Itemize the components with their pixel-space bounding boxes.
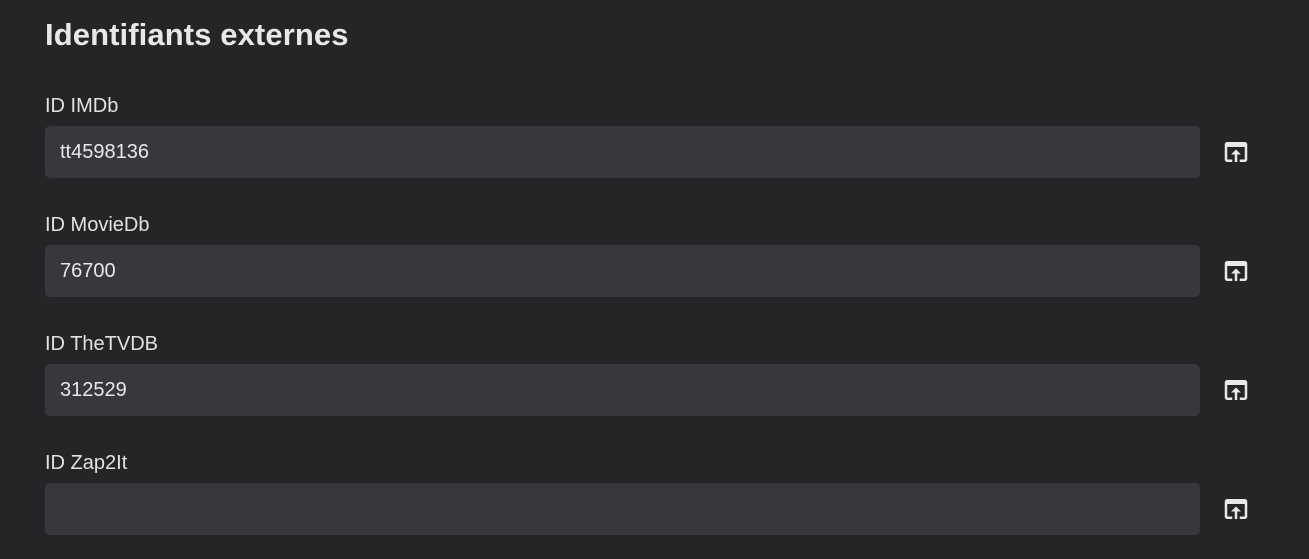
open-thetvdb-button[interactable]: [1218, 369, 1254, 411]
open-moviedb-button[interactable]: [1218, 250, 1254, 292]
field-label-moviedb: ID MovieDb: [45, 214, 150, 236]
open-in-browser-icon: [1221, 494, 1251, 524]
section-title: Identifiants externes: [45, 17, 349, 52]
imdb-id-input[interactable]: [45, 126, 1200, 178]
open-zap2it-button[interactable]: [1218, 488, 1254, 530]
open-imdb-button[interactable]: [1218, 131, 1254, 173]
field-zap2it: ID Zap2It: [45, 451, 1265, 559]
open-in-browser-icon: [1221, 256, 1251, 286]
open-in-browser-icon: [1221, 137, 1251, 167]
field-thetvdb: ID TheTVDB: [45, 332, 1265, 442]
field-imdb: ID IMDb: [45, 94, 1265, 204]
zap2it-id-input[interactable]: [45, 483, 1200, 535]
field-label-imdb: ID IMDb: [45, 95, 119, 117]
moviedb-id-input[interactable]: [45, 245, 1200, 297]
thetvdb-id-input[interactable]: [45, 364, 1200, 416]
field-label-zap2it: ID Zap2It: [45, 452, 128, 474]
field-moviedb: ID MovieDb: [45, 213, 1265, 323]
field-label-thetvdb: ID TheTVDB: [45, 333, 158, 355]
external-ids-panel: Identifiants externes ID IMDb ID MovieDb…: [0, 0, 1309, 559]
open-in-browser-icon: [1221, 375, 1251, 405]
